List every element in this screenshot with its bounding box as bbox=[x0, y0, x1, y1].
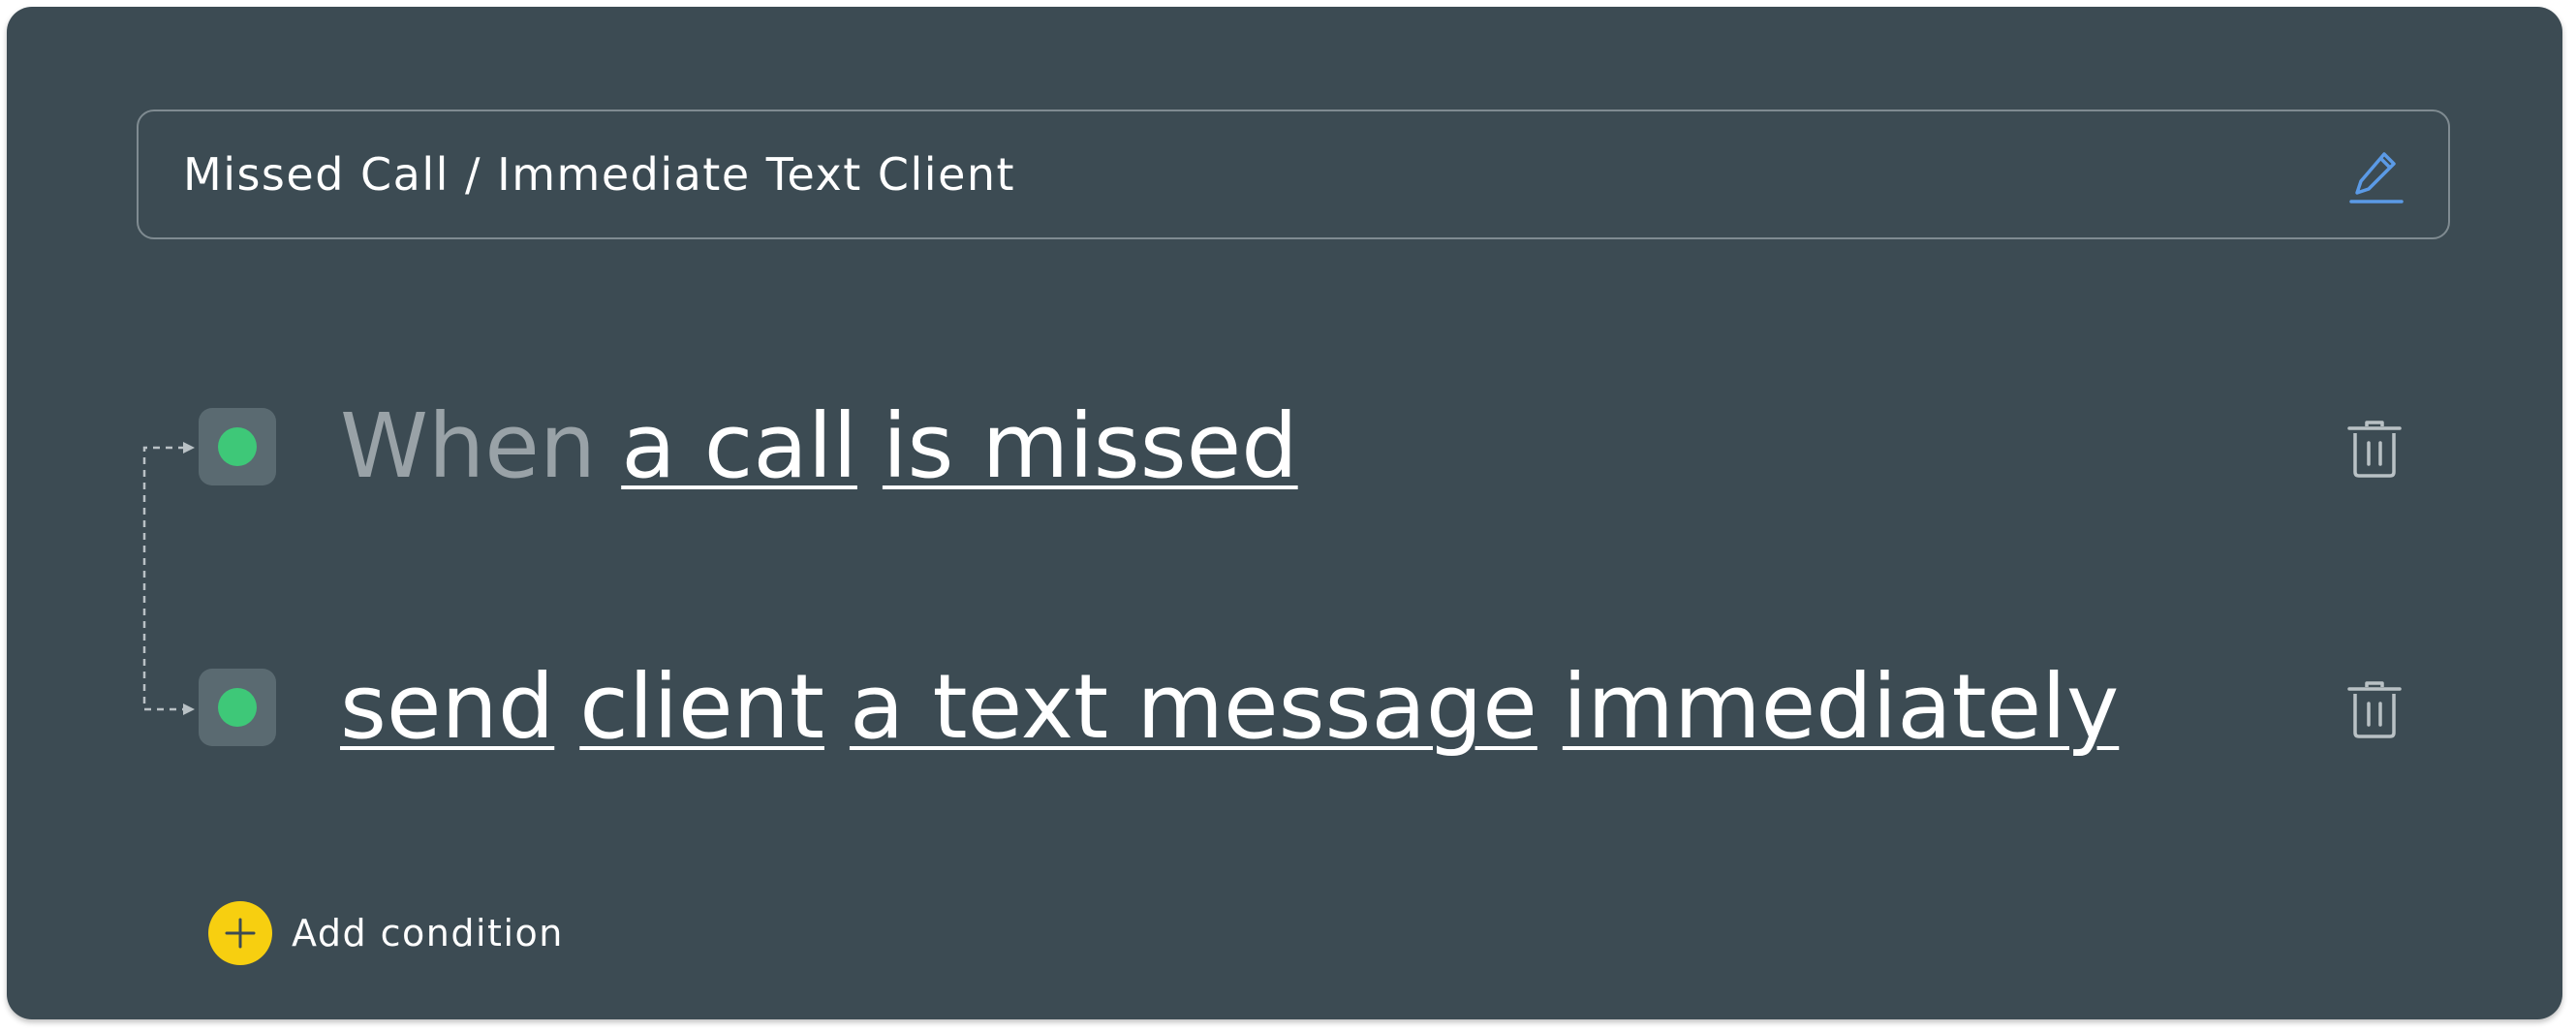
edit-name-button[interactable] bbox=[2349, 148, 2404, 206]
status-dot-icon bbox=[218, 427, 257, 466]
add-condition-button[interactable]: Add condition bbox=[208, 900, 564, 966]
action-recipient-token[interactable]: client bbox=[579, 655, 824, 759]
pencil-icon bbox=[2349, 152, 2404, 203]
trigger-subject-token[interactable]: a call bbox=[621, 394, 857, 498]
action-verb-token[interactable]: send bbox=[340, 655, 554, 759]
automation-name-text: Missed Call / Immediate Text Client bbox=[183, 148, 1016, 201]
trigger-sentence: When a call is missed bbox=[340, 389, 1323, 505]
action-sentence: send client a text message immediately bbox=[340, 649, 2144, 766]
action-status-toggle[interactable] bbox=[199, 669, 276, 746]
trigger-event-token[interactable]: is missed bbox=[883, 394, 1298, 498]
automation-name-field[interactable]: Missed Call / Immediate Text Client bbox=[137, 109, 2450, 239]
trigger-status-toggle[interactable] bbox=[199, 408, 276, 485]
add-circle bbox=[208, 901, 272, 965]
status-dot-icon bbox=[218, 688, 257, 727]
add-condition-label: Add condition bbox=[292, 912, 564, 954]
trash-icon bbox=[2347, 681, 2402, 738]
trigger-keyword: When bbox=[340, 394, 597, 498]
action-rule-row: send client a text message immediately bbox=[7, 649, 2562, 766]
trigger-rule-row: When a call is missed bbox=[7, 389, 2562, 505]
action-timing-token[interactable]: immediately bbox=[1563, 655, 2119, 759]
delete-action-button[interactable] bbox=[2345, 678, 2404, 740]
automation-card: Missed Call / Immediate Text Client When… bbox=[7, 7, 2562, 1019]
trash-icon bbox=[2347, 421, 2402, 478]
action-channel-token[interactable]: a text message bbox=[850, 655, 1537, 759]
plus-icon bbox=[225, 918, 256, 949]
delete-trigger-button[interactable] bbox=[2345, 418, 2404, 480]
